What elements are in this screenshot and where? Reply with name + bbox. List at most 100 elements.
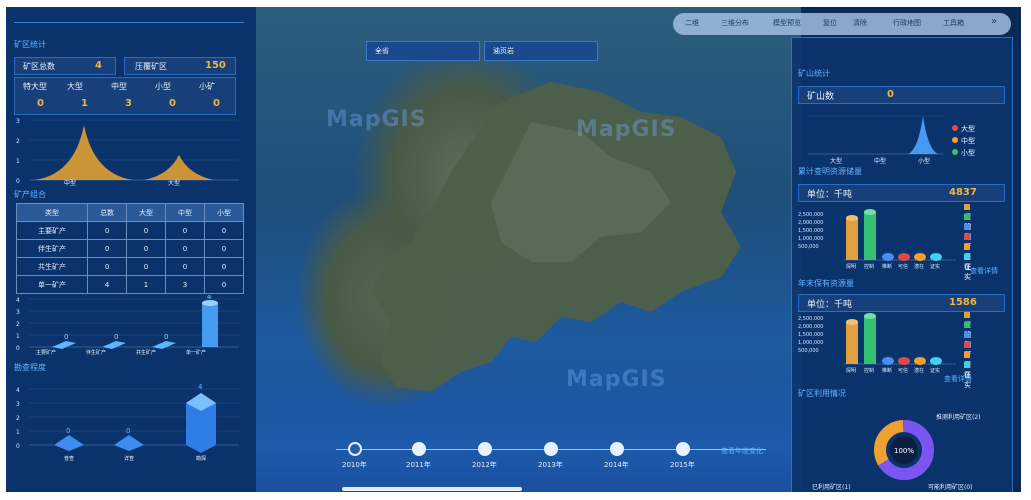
bar-mark [930, 253, 942, 261]
x-tick: 详查 [124, 456, 135, 462]
bar-mark [846, 322, 858, 364]
toolbar-clear-button[interactable]: 清除 [853, 18, 867, 28]
table-cell: 0 [87, 257, 128, 276]
timeline-node-2011[interactable] [412, 442, 426, 456]
timeline-node-2013[interactable] [544, 442, 558, 456]
table-cell: 单一矿产 [15, 275, 89, 294]
chevron-down-icon: ⌄ [493, 45, 500, 54]
total-box: 矿区总数 4 [14, 57, 116, 75]
toolbar-2d-button[interactable]: 二维 [685, 18, 699, 28]
year-end-chart: 2,500,000 2,000,000 1,500,000 1,000,000 … [798, 313, 956, 374]
y-tick: 3 [16, 309, 20, 316]
app-frame: MapGIS MapGIS MapGIS 二维 三维分布 模型预览 复位 清除 … [6, 7, 1021, 492]
x-tick: 证实 [930, 367, 940, 374]
table-cell: 0 [165, 221, 205, 240]
toolbar-3d-button[interactable]: 三维分布 [721, 18, 749, 28]
table-header: 小型 [203, 203, 245, 222]
table-cell: 0 [203, 257, 245, 276]
x-tick: 可信 [898, 263, 908, 270]
watermark-text: MapGIS [576, 117, 677, 142]
map-toolbar: 二维 三维分布 模型预览 复位 清除 行政地图 工具箱 » [673, 13, 1011, 35]
mine-area-stats-title: 矿区统计 [14, 40, 46, 49]
size-header: 大型 [67, 82, 83, 91]
usage-legend-label: 可能利用矿区(0) [928, 484, 973, 491]
table-header-row: 类型 总数 大型 中型 小型 [15, 203, 245, 222]
table-cell: 主要矿产 [15, 221, 89, 240]
mine-chart [808, 115, 943, 155]
x-tick: 中型 [874, 158, 887, 165]
timeline-node-2014[interactable] [610, 442, 624, 456]
x-tick: 中型 [64, 180, 77, 187]
y-tick: 1,500,000 [798, 332, 823, 338]
y-tick: 4 [16, 297, 20, 304]
x-tick: 伴生矿产 [86, 350, 107, 356]
total-label: 矿区总数 [23, 62, 55, 71]
bar-mark [114, 435, 144, 451]
map-view[interactable]: MapGIS MapGIS MapGIS [256, 7, 801, 492]
x-tick: 推断 [882, 263, 892, 270]
size-header: 中型 [111, 82, 127, 91]
size-value: 3 [125, 98, 132, 109]
x-tick: 潜在 [914, 367, 924, 374]
timeline-year-label: 2010年 [342, 461, 367, 469]
y-tick: 0 [16, 345, 20, 352]
data-label: 0 [126, 427, 130, 435]
toolbar-admin-map-button[interactable]: 行政地图 [893, 18, 921, 28]
view-details-link[interactable]: 查看详情 [970, 266, 998, 276]
timeline-node-2015[interactable] [676, 442, 690, 456]
year-timeline: 2010年 2011年 2012年 2013年 2014年 2015年 查看年度… [336, 438, 766, 469]
donut-center-text: 100% [894, 447, 914, 455]
data-label: 0 [64, 333, 68, 341]
spike-mark [908, 116, 938, 154]
bar-mark [914, 253, 926, 261]
y-tick: 3 [16, 401, 20, 408]
table-cell: 0 [165, 239, 205, 258]
y-tick: 2,000,000 [798, 324, 823, 330]
usage-legend-label: 推测利用矿区(2) [936, 414, 981, 421]
mineral-select[interactable]: 油页岩 ⌄ [484, 41, 598, 61]
mine-count-value: 0 [887, 89, 894, 100]
green-square-icon [964, 322, 970, 328]
bar-mark [882, 357, 894, 365]
view-details-link[interactable]: 查看详情 [944, 374, 972, 384]
spike-mark [34, 125, 134, 180]
reserve-title: 累计查明资源储量 [798, 167, 862, 176]
table-cell: 3 [165, 275, 205, 294]
x-tick: 潜在 [914, 263, 924, 270]
toolbar-more-button[interactable]: » [991, 16, 997, 27]
green-dot-icon [952, 149, 958, 155]
horizontal-scrollbar[interactable] [342, 487, 522, 491]
right-panel: 矿山统计 矿山数 0 大型 中型 小型 大型 中型 小型 累计查明资源储量 单位… [791, 37, 1013, 492]
annual-change-link[interactable]: 查看年度变化 [721, 446, 763, 456]
unit-box-2: 单位：千吨 1586 [798, 294, 1005, 312]
data-label: 4 [198, 383, 203, 391]
toolbar-model-button[interactable]: 模型预览 [773, 18, 801, 28]
x-tick: 大型 [168, 180, 181, 187]
toolbar-tools-button[interactable]: 工具箱 [943, 18, 964, 28]
yellow-square-icon [964, 244, 970, 250]
x-tick: 证实 [930, 263, 940, 270]
press-box: 压覆矿区 150 [124, 57, 236, 75]
timeline-node-2012[interactable] [478, 442, 492, 456]
exploration-chart: 4 3 2 1 0 0 0 4 [16, 383, 239, 453]
bar-mark [102, 341, 126, 349]
press-value: 150 [205, 60, 226, 71]
bar-mark [864, 209, 876, 215]
table-cell: 1 [126, 275, 167, 294]
cyan-square-icon [964, 254, 970, 260]
table-cell: 伴生矿产 [15, 239, 89, 258]
toolbar-reset-button[interactable]: 复位 [823, 18, 837, 28]
timeline-year-label: 2012年 [472, 461, 497, 469]
timeline-node-2010[interactable] [348, 442, 362, 456]
size-value: 0 [213, 98, 220, 109]
table-cell: 0 [203, 239, 245, 258]
table-header: 类型 [15, 203, 89, 222]
red-square-icon [964, 342, 970, 348]
legend-item: 中型 [952, 136, 975, 146]
x-tick: 单一矿产 [186, 350, 207, 356]
blue-square-icon [964, 332, 970, 338]
x-tick: 小型 [918, 158, 931, 165]
region-select[interactable]: 全省 ⌄ [366, 41, 480, 61]
y-tick: 1 [16, 158, 20, 165]
reserve-total: 4837 [949, 187, 977, 198]
